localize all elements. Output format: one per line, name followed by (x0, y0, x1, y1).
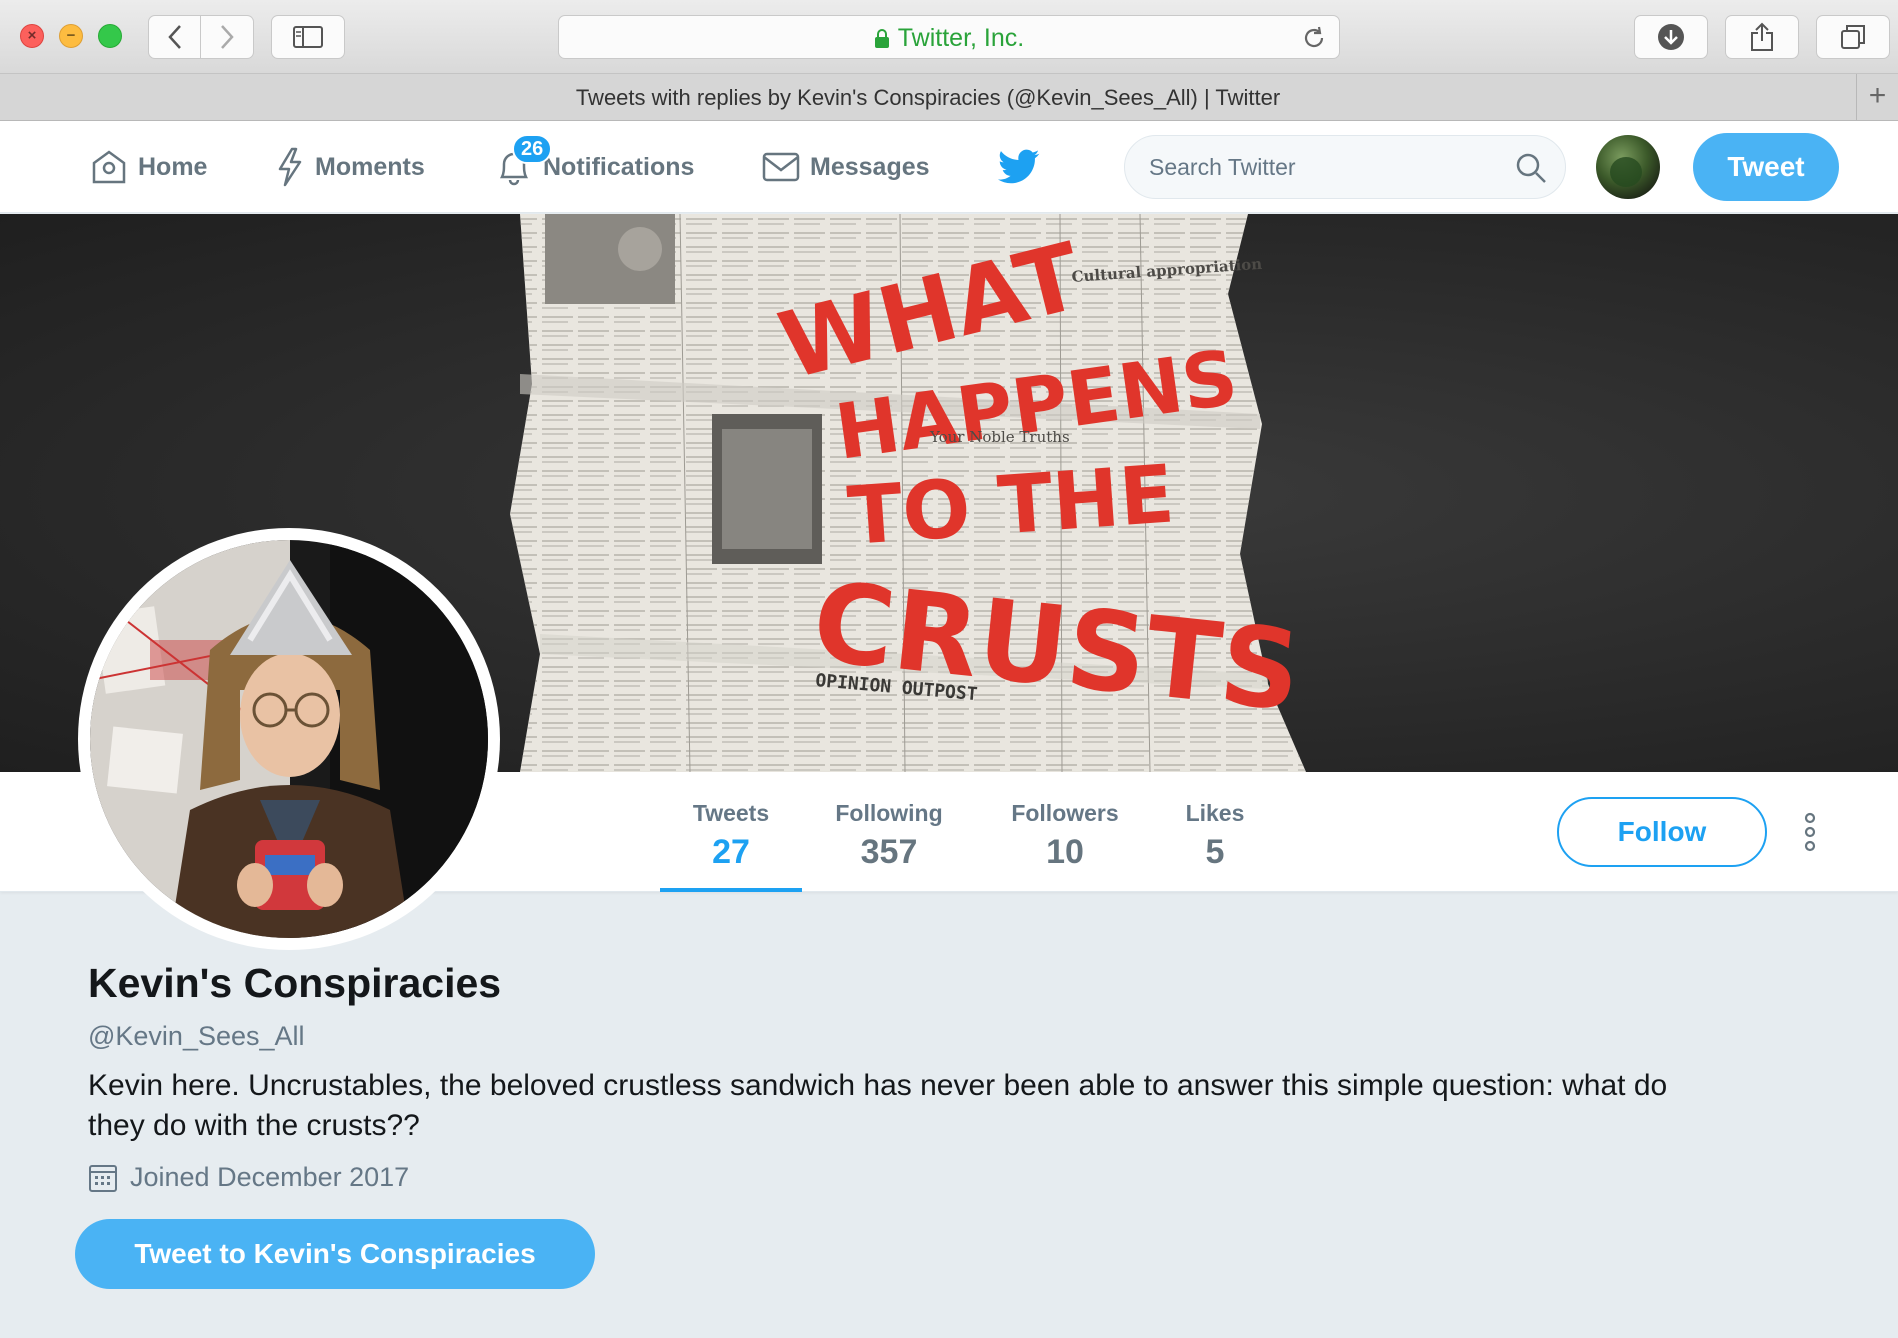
sidebar-toggle-button[interactable] (271, 15, 345, 59)
tab-title[interactable]: Tweets with replies by Kevin's Conspirac… (0, 74, 1856, 121)
stat-tweets-label: Tweets (692, 800, 770, 826)
compose-tweet-button[interactable]: Tweet (1693, 133, 1839, 201)
share-button[interactable] (1725, 15, 1799, 59)
stat-likes-value: 5 (1205, 833, 1225, 871)
vertical-dots-icon[interactable] (1800, 810, 1820, 854)
lock-icon (874, 29, 889, 49)
stat-followers[interactable]: Followers 10 (992, 772, 1138, 892)
joined-text: Joined December 2017 (130, 1162, 410, 1192)
nav-moments-label: Moments (315, 152, 425, 181)
search-box (1124, 135, 1566, 199)
joined-date: Joined December 2017 (88, 1162, 1788, 1193)
minimize-icon: − (66, 27, 76, 44)
nav-home[interactable]: Home (90, 121, 207, 213)
nav-home-label: Home (138, 152, 208, 181)
search-input[interactable] (1149, 136, 1499, 198)
reload-icon[interactable] (1301, 25, 1327, 51)
minimize-window-button[interactable]: − (59, 24, 83, 48)
back-button[interactable] (148, 15, 201, 59)
stat-followers-value: 10 (1046, 833, 1084, 871)
share-icon (1751, 22, 1773, 51)
fullscreen-window-button[interactable] (98, 24, 122, 48)
stat-following[interactable]: Following 357 (818, 772, 960, 892)
nav-messages[interactable]: Messages (762, 121, 930, 213)
paper-heading-2: Your Noble Truths (929, 428, 1070, 446)
close-icon: × (27, 27, 37, 44)
download-icon (1658, 24, 1684, 50)
home-icon (92, 150, 126, 184)
nav-moments[interactable]: Moments (275, 121, 425, 213)
lightning-icon (278, 147, 302, 187)
sidebar-icon (293, 26, 323, 48)
stat-followers-label: Followers (1011, 800, 1119, 826)
forward-button[interactable] (201, 15, 254, 59)
envelope-icon (762, 152, 800, 182)
stat-following-label: Following (835, 800, 943, 826)
fullscreen-icon (99, 25, 121, 47)
address-bar[interactable]: Twitter, Inc. (558, 15, 1340, 59)
avatar-photo (90, 540, 488, 938)
stat-likes[interactable]: Likes 5 (1165, 772, 1265, 892)
profile-card: Kevin's Conspiracies @Kevin_Sees_All Kev… (88, 960, 1788, 1193)
stat-tweets-value: 27 (712, 833, 750, 871)
chevron-right-icon (221, 25, 234, 49)
nav-messages-label: Messages (810, 152, 930, 181)
twitter-top-nav: Home Moments 26 Notifications Messages T… (0, 121, 1898, 213)
stat-tweets[interactable]: Tweets 27 (660, 772, 802, 892)
show-tabs-button[interactable] (1816, 15, 1890, 59)
close-window-button[interactable]: × (20, 24, 44, 48)
tab-bar: Tweets with replies by Kevin's Conspirac… (0, 74, 1898, 121)
new-tab-button[interactable]: + (1856, 74, 1898, 121)
address-text: Twitter, Inc. (897, 24, 1025, 52)
profile-name[interactable]: Kevin's Conspiracies (88, 960, 1788, 1007)
stat-following-value: 357 (860, 833, 918, 871)
stat-likes-label: Likes (1185, 800, 1245, 826)
address-text-wrapper: Twitter, Inc. (559, 16, 1339, 60)
search-icon[interactable] (1515, 152, 1547, 184)
profile-bio: Kevin here. Uncrustables, the beloved cr… (88, 1069, 1668, 1142)
tabs-overview-icon (1841, 25, 1865, 49)
notifications-count-badge: 26 (512, 134, 553, 164)
browser-toolbar: × − Twitter, Inc. (0, 0, 1898, 74)
profile-handle[interactable]: @Kevin_Sees_All (88, 1021, 1788, 1052)
twitter-bird-icon[interactable] (998, 149, 1040, 185)
calendar-icon (89, 1164, 117, 1192)
account-avatar[interactable] (1596, 135, 1660, 199)
nav-notifications-label: Notifications (543, 152, 695, 181)
downloads-button[interactable] (1634, 15, 1708, 59)
avatar-illustration (90, 540, 488, 938)
profile-avatar[interactable] (78, 528, 500, 950)
nav-notifications[interactable]: 26 Notifications (495, 121, 694, 213)
follow-button[interactable]: Follow (1557, 797, 1767, 867)
chevron-left-icon (167, 25, 181, 49)
tweet-to-user-button[interactable]: Tweet to Kevin's Conspiracies (75, 1219, 595, 1289)
